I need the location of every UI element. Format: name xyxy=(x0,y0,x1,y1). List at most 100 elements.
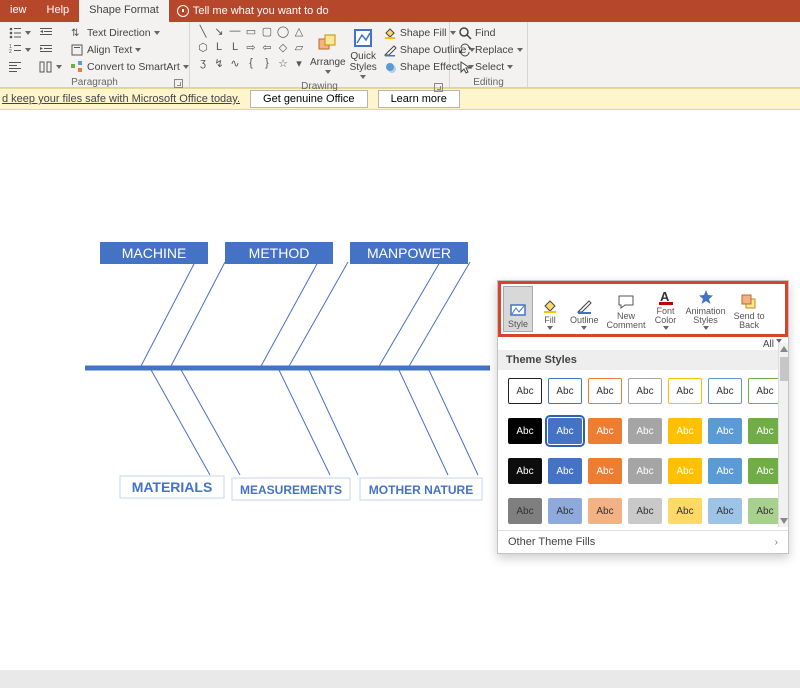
paint-bucket-icon xyxy=(541,297,559,315)
new-comment-button[interactable]: New Comment xyxy=(604,286,649,332)
theme-styles-grid: AbcAbcAbcAbcAbcAbcAbcAbcAbcAbcAbcAbcAbcA… xyxy=(498,370,788,530)
theme-style-swatch[interactable]: Abc xyxy=(708,418,742,444)
replace-button[interactable]: Replace xyxy=(456,42,525,58)
theme-style-swatch[interactable]: Abc xyxy=(508,458,542,484)
theme-style-swatch[interactable]: Abc xyxy=(588,458,622,484)
scroll-thumb[interactable] xyxy=(780,357,788,381)
theme-style-swatch[interactable]: Abc xyxy=(708,458,742,484)
theme-style-swatch[interactable]: Abc xyxy=(628,458,662,484)
theme-style-swatch[interactable]: Abc xyxy=(748,418,782,444)
rib-line[interactable] xyxy=(170,262,225,368)
theme-style-swatch[interactable]: Abc xyxy=(508,418,542,444)
dialog-launcher-icon[interactable] xyxy=(434,83,443,92)
swatch-sample-text: Abc xyxy=(516,506,533,517)
all-styles-button[interactable]: All xyxy=(498,337,788,350)
chevron-right-icon: › xyxy=(775,537,778,548)
rib-line[interactable] xyxy=(150,368,210,475)
theme-style-swatch[interactable]: Abc xyxy=(588,418,622,444)
other-theme-fills-button[interactable]: Other Theme Fills › xyxy=(498,530,788,553)
style-button[interactable]: Style xyxy=(503,286,533,332)
svg-text:⇅: ⇅ xyxy=(71,28,79,39)
columns-button[interactable] xyxy=(37,59,64,75)
swatch-sample-text: Abc xyxy=(596,506,613,517)
theme-style-swatch[interactable]: Abc xyxy=(668,498,702,524)
rib-line[interactable] xyxy=(278,368,330,475)
arrange-button[interactable]: Arrange xyxy=(310,25,346,79)
rib-line[interactable] xyxy=(378,262,440,368)
cause-box-label: MACHINE xyxy=(122,245,187,261)
theme-style-swatch[interactable]: Abc xyxy=(548,498,582,524)
theme-style-swatch[interactable]: Abc xyxy=(748,458,782,484)
rib-line[interactable] xyxy=(288,262,348,368)
chevron-down-icon xyxy=(507,65,513,69)
rib-line[interactable] xyxy=(140,262,195,368)
tab-help[interactable]: Help xyxy=(37,0,80,22)
theme-style-swatch[interactable]: Abc xyxy=(548,378,582,404)
theme-style-swatch[interactable]: Abc xyxy=(588,378,622,404)
chevron-down-icon xyxy=(663,326,669,330)
font-color-button[interactable]: A Font Color xyxy=(651,286,681,332)
theme-style-swatch[interactable]: Abc xyxy=(628,418,662,444)
rib-line[interactable] xyxy=(408,262,470,368)
theme-style-swatch[interactable]: Abc xyxy=(588,498,622,524)
align-text-button[interactable]: Align Text xyxy=(68,42,191,58)
quick-styles-button[interactable]: Quick Styles xyxy=(350,25,377,79)
indent-decrease-button[interactable] xyxy=(37,25,64,41)
chevron-down-icon xyxy=(25,31,31,35)
rib-line[interactable] xyxy=(308,368,358,475)
chevron-down-icon xyxy=(56,65,62,69)
group-editing-title: Editing xyxy=(473,77,504,88)
swatch-sample-text: Abc xyxy=(516,466,533,477)
theme-style-swatch[interactable]: Abc xyxy=(708,498,742,524)
theme-style-swatch[interactable]: Abc xyxy=(508,378,542,404)
activation-lead-text[interactable]: d keep your files safe with Microsoft Of… xyxy=(0,93,240,105)
rib-line[interactable] xyxy=(180,368,240,475)
fill-button[interactable]: Fill xyxy=(535,286,565,332)
outline-button[interactable]: Outline xyxy=(567,286,602,332)
scroll-up-icon[interactable] xyxy=(779,343,789,355)
theme-style-swatch[interactable]: Abc xyxy=(708,378,742,404)
rib-line[interactable] xyxy=(260,262,318,368)
bullets-button[interactable] xyxy=(6,25,33,41)
chevron-down-icon xyxy=(517,48,523,52)
style-icon xyxy=(509,301,527,319)
chevron-down-icon xyxy=(25,48,31,52)
select-button[interactable]: Select xyxy=(456,59,525,75)
align-buttons[interactable] xyxy=(6,59,33,75)
swatch-sample-text: Abc xyxy=(636,506,653,517)
theme-style-swatch[interactable]: Abc xyxy=(668,418,702,444)
chevron-down-icon xyxy=(325,70,331,74)
theme-styles-header: Theme Styles xyxy=(498,350,788,370)
select-label: Select xyxy=(475,61,504,73)
chevron-down-icon xyxy=(183,65,189,69)
find-button[interactable]: Find xyxy=(456,25,525,41)
shapes-gallery[interactable]: ╲↘—▭▢◯△ ⬡LL⇨⇦◇▱ ʒ↯∿{}☆▾ xyxy=(196,25,306,79)
swatch-sample-text: Abc xyxy=(676,426,693,437)
scrollbar[interactable] xyxy=(778,343,788,527)
animation-styles-button[interactable]: Animation Styles xyxy=(683,286,729,332)
convert-smartart-button[interactable]: Convert to SmartArt xyxy=(68,59,191,75)
arrange-icon xyxy=(317,33,339,55)
dialog-launcher-icon[interactable] xyxy=(174,79,183,88)
theme-style-swatch[interactable]: Abc xyxy=(508,498,542,524)
convert-smartart-label: Convert to SmartArt xyxy=(87,61,180,73)
theme-style-swatch[interactable]: Abc xyxy=(548,418,582,444)
theme-style-swatch[interactable]: Abc xyxy=(628,378,662,404)
rib-line[interactable] xyxy=(398,368,448,475)
theme-style-swatch[interactable]: Abc xyxy=(548,458,582,484)
theme-style-swatch[interactable]: Abc xyxy=(628,498,662,524)
theme-style-swatch[interactable]: Abc xyxy=(668,378,702,404)
send-to-back-button[interactable]: Send to Back xyxy=(731,286,768,332)
theme-style-swatch[interactable]: Abc xyxy=(748,378,782,404)
text-direction-button[interactable]: ⇅Text Direction xyxy=(68,25,191,41)
rib-line[interactable] xyxy=(428,368,478,475)
indent-increase-button[interactable] xyxy=(37,42,64,58)
theme-style-swatch[interactable]: Abc xyxy=(748,498,782,524)
tell-me-search[interactable]: Tell me what you want to do xyxy=(169,0,337,22)
replace-icon xyxy=(458,43,472,57)
tab-view[interactable]: iew xyxy=(0,0,37,22)
numbering-button[interactable]: 12 xyxy=(6,42,33,58)
tab-shape-format[interactable]: Shape Format xyxy=(79,0,169,22)
scroll-down-icon[interactable] xyxy=(779,515,789,527)
theme-style-swatch[interactable]: Abc xyxy=(668,458,702,484)
